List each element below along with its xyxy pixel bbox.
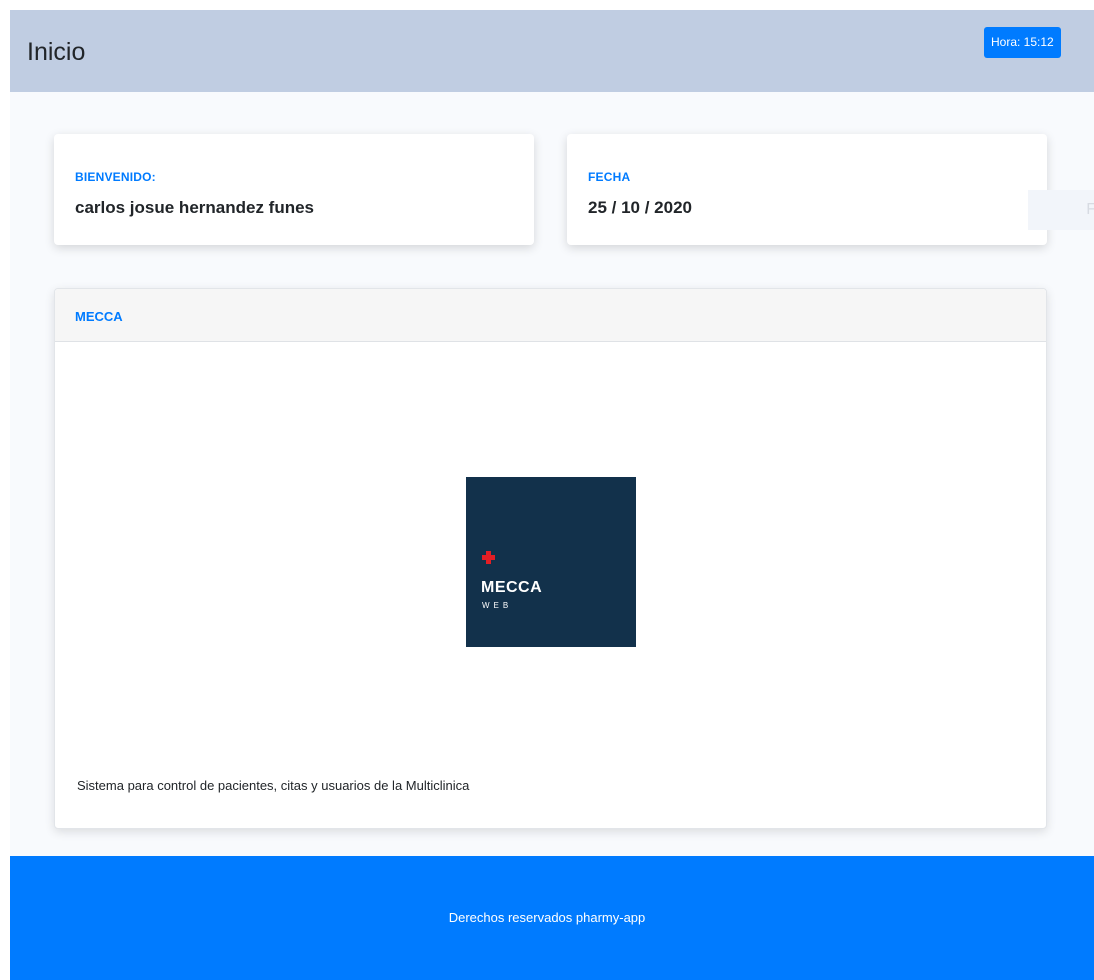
system-description: Sistema para control de pacientes, citas…: [77, 778, 470, 793]
mecca-logo: MECCA WEB: [466, 477, 636, 647]
medical-cross-icon: [482, 551, 495, 564]
footer: Derechos reservados pharmy-app: [10, 856, 1094, 980]
mecca-card-header: MECCA: [55, 289, 1046, 342]
footer-copyright: Derechos reservados pharmy-app: [448, 910, 646, 925]
content-area: Inicio Hora: 15:12 BIENVENIDO: carlos jo…: [10, 10, 1094, 980]
user-name: carlos josue hernandez funes: [75, 198, 315, 217]
mecca-card-title: MECCA: [75, 309, 123, 324]
faded-letter: F: [1086, 201, 1094, 218]
logo-title: MECCA: [481, 579, 543, 596]
welcome-card: BIENVENIDO: carlos josue hernandez funes: [54, 134, 534, 245]
current-date: 25 / 10 / 2020: [588, 198, 692, 217]
page-title: Inicio: [27, 38, 86, 66]
faded-overlay-element: F: [1028, 190, 1094, 230]
logo-subtitle: WEB: [482, 601, 513, 610]
top-header: Inicio Hora: 15:12: [10, 10, 1094, 92]
time-badge-button[interactable]: Hora: 15:12: [984, 27, 1061, 58]
date-label: FECHA: [588, 170, 631, 184]
mecca-card: MECCA MECCA WEB Sistema para control de …: [54, 288, 1047, 829]
welcome-label: BIENVENIDO:: [75, 170, 156, 184]
page: Inicio Hora: 15:12 BIENVENIDO: carlos jo…: [0, 0, 1094, 980]
date-card: FECHA 25 / 10 / 2020: [567, 134, 1047, 245]
